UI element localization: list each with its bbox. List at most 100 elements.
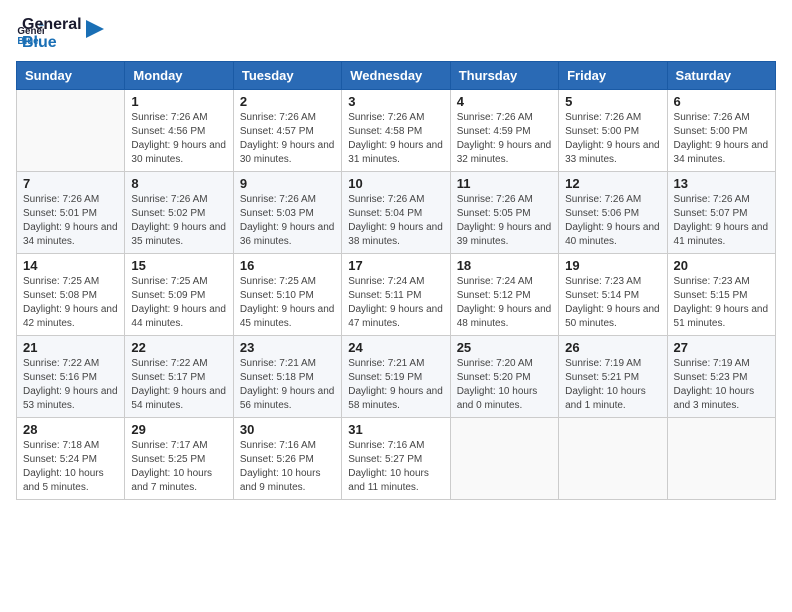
day-info: Sunrise: 7:26 AMSunset: 5:07 PMDaylight:… <box>674 193 769 249</box>
day-number: 22 <box>131 340 226 355</box>
day-number: 20 <box>674 258 769 273</box>
day-info: Sunrise: 7:26 AMSunset: 4:59 PMDaylight:… <box>457 111 552 167</box>
day-number: 23 <box>240 340 335 355</box>
calendar-day-cell: 27 Sunrise: 7:19 AMSunset: 5:23 PMDayligh… <box>667 336 775 418</box>
day-info: Sunrise: 7:21 AMSunset: 5:18 PMDaylight:… <box>240 357 335 413</box>
day-number: 25 <box>457 340 552 355</box>
calendar-day-cell <box>17 90 125 172</box>
day-info: Sunrise: 7:24 AMSunset: 5:11 PMDaylight:… <box>348 275 443 331</box>
day-number: 3 <box>348 94 443 109</box>
day-number: 1 <box>131 94 226 109</box>
calendar-day-cell: 9 Sunrise: 7:26 AMSunset: 5:03 PMDaylight… <box>233 172 341 254</box>
calendar-day-cell: 8 Sunrise: 7:26 AMSunset: 5:02 PMDaylight… <box>125 172 233 254</box>
weekday-header-cell: Friday <box>559 62 667 90</box>
day-number: 8 <box>131 176 226 191</box>
day-number: 26 <box>565 340 660 355</box>
day-info: Sunrise: 7:23 AMSunset: 5:14 PMDaylight:… <box>565 275 660 331</box>
day-number: 28 <box>23 422 118 437</box>
day-info: Sunrise: 7:22 AMSunset: 5:17 PMDaylight:… <box>131 357 226 413</box>
day-info: Sunrise: 7:26 AMSunset: 5:05 PMDaylight:… <box>457 193 552 249</box>
day-info: Sunrise: 7:25 AMSunset: 5:08 PMDaylight:… <box>23 275 118 331</box>
calendar-day-cell: 31Sunrise: 7:16 AMSunset: 5:27 PMDayligh… <box>342 418 450 500</box>
day-info: Sunrise: 7:16 AMSunset: 5:27 PMDaylight:… <box>348 439 443 495</box>
day-info: Sunrise: 7:26 AMSunset: 5:06 PMDaylight:… <box>565 193 660 249</box>
calendar-day-cell: 14 Sunrise: 7:25 AMSunset: 5:08 PMDayligh… <box>17 254 125 336</box>
weekday-header-cell: Tuesday <box>233 62 341 90</box>
day-info: Sunrise: 7:26 AMSunset: 5:04 PMDaylight:… <box>348 193 443 249</box>
day-info: Sunrise: 7:16 AMSunset: 5:26 PMDaylight:… <box>240 439 335 495</box>
day-number: 19 <box>565 258 660 273</box>
day-number: 15 <box>131 258 226 273</box>
day-info: Sunrise: 7:26 AMSunset: 5:02 PMDaylight:… <box>131 193 226 249</box>
weekday-header-cell: Thursday <box>450 62 558 90</box>
weekday-header-cell: Sunday <box>17 62 125 90</box>
day-info: Sunrise: 7:26 AMSunset: 5:01 PMDaylight:… <box>23 193 118 249</box>
calendar-day-cell: 3 Sunrise: 7:26 AMSunset: 4:58 PMDaylight… <box>342 90 450 172</box>
day-number: 7 <box>23 176 118 191</box>
calendar-day-cell: 7 Sunrise: 7:26 AMSunset: 5:01 PMDaylight… <box>17 172 125 254</box>
calendar-day-cell <box>450 418 558 500</box>
logo-arrow-icon <box>86 20 104 38</box>
day-info: Sunrise: 7:26 AMSunset: 4:58 PMDaylight:… <box>348 111 443 167</box>
day-info: Sunrise: 7:19 AMSunset: 5:23 PMDaylight:… <box>674 357 769 413</box>
calendar-day-cell: 22 Sunrise: 7:22 AMSunset: 5:17 PMDayligh… <box>125 336 233 418</box>
day-info: Sunrise: 7:26 AMSunset: 5:03 PMDaylight:… <box>240 193 335 249</box>
calendar-day-cell: 21Sunrise: 7:22 AMSunset: 5:16 PMDayligh… <box>17 336 125 418</box>
calendar-day-cell: 24 Sunrise: 7:21 AMSunset: 5:19 PMDayligh… <box>342 336 450 418</box>
day-number: 12 <box>565 176 660 191</box>
day-info: Sunrise: 7:17 AMSunset: 5:25 PMDaylight:… <box>131 439 226 495</box>
day-info: Sunrise: 7:26 AMSunset: 4:56 PMDaylight:… <box>131 111 226 167</box>
calendar-day-cell: 5Sunrise: 7:26 AMSunset: 5:00 PMDaylight… <box>559 90 667 172</box>
calendar-day-cell: 1 Sunrise: 7:26 AMSunset: 4:56 PMDaylight… <box>125 90 233 172</box>
day-number: 9 <box>240 176 335 191</box>
day-info: Sunrise: 7:26 AMSunset: 5:00 PMDaylight:… <box>565 111 660 167</box>
calendar-day-cell: 16Sunrise: 7:25 AMSunset: 5:10 PMDayligh… <box>233 254 341 336</box>
day-info: Sunrise: 7:20 AMSunset: 5:20 PMDaylight:… <box>457 357 552 413</box>
calendar-day-cell: 25 Sunrise: 7:20 AMSunset: 5:20 PMDayligh… <box>450 336 558 418</box>
day-number: 11 <box>457 176 552 191</box>
calendar-day-cell: 12 Sunrise: 7:26 AMSunset: 5:06 PMDayligh… <box>559 172 667 254</box>
weekday-header-cell: Monday <box>125 62 233 90</box>
day-number: 17 <box>348 258 443 273</box>
day-info: Sunrise: 7:25 AMSunset: 5:09 PMDaylight:… <box>131 275 226 331</box>
calendar-day-cell: 23 Sunrise: 7:21 AMSunset: 5:18 PMDayligh… <box>233 336 341 418</box>
weekday-header-cell: Wednesday <box>342 62 450 90</box>
day-info: Sunrise: 7:19 AMSunset: 5:21 PMDaylight:… <box>565 357 660 413</box>
day-number: 10 <box>348 176 443 191</box>
day-number: 24 <box>348 340 443 355</box>
calendar-week-row: 28 Sunrise: 7:18 AMSunset: 5:24 PMDayligh… <box>17 418 776 500</box>
day-number: 4 <box>457 94 552 109</box>
calendar-day-cell: 20Sunrise: 7:23 AMSunset: 5:15 PMDayligh… <box>667 254 775 336</box>
day-number: 16 <box>240 258 335 273</box>
day-info: Sunrise: 7:21 AMSunset: 5:19 PMDaylight:… <box>348 357 443 413</box>
day-info: Sunrise: 7:18 AMSunset: 5:24 PMDaylight:… <box>23 439 118 495</box>
day-info: Sunrise: 7:26 AMSunset: 5:00 PMDaylight:… <box>674 111 769 167</box>
logo: General Blue General Blue <box>16 16 104 51</box>
calendar-day-cell: 6Sunrise: 7:26 AMSunset: 5:00 PMDaylight… <box>667 90 775 172</box>
header: General Blue General Blue <box>16 16 776 51</box>
calendar-day-cell <box>667 418 775 500</box>
day-number: 13 <box>674 176 769 191</box>
day-number: 2 <box>240 94 335 109</box>
calendar-day-cell: 19 Sunrise: 7:23 AMSunset: 5:14 PMDayligh… <box>559 254 667 336</box>
logo-line2: Blue <box>22 34 82 52</box>
calendar-week-row: 14 Sunrise: 7:25 AMSunset: 5:08 PMDayligh… <box>17 254 776 336</box>
calendar-day-cell: 13 Sunrise: 7:26 AMSunset: 5:07 PMDayligh… <box>667 172 775 254</box>
calendar-day-cell: 28 Sunrise: 7:18 AMSunset: 5:24 PMDayligh… <box>17 418 125 500</box>
calendar-day-cell: 10 Sunrise: 7:26 AMSunset: 5:04 PMDayligh… <box>342 172 450 254</box>
calendar-day-cell: 17 Sunrise: 7:24 AMSunset: 5:11 PMDayligh… <box>342 254 450 336</box>
calendar-week-row: 21Sunrise: 7:22 AMSunset: 5:16 PMDayligh… <box>17 336 776 418</box>
calendar-body: 1 Sunrise: 7:26 AMSunset: 4:56 PMDaylight… <box>17 90 776 500</box>
day-number: 18 <box>457 258 552 273</box>
calendar-day-cell: 15 Sunrise: 7:25 AMSunset: 5:09 PMDayligh… <box>125 254 233 336</box>
calendar-day-cell: 26 Sunrise: 7:19 AMSunset: 5:21 PMDayligh… <box>559 336 667 418</box>
calendar-table: SundayMondayTuesdayWednesdayThursdayFrid… <box>16 61 776 500</box>
logo-line1: General <box>22 16 82 34</box>
day-info: Sunrise: 7:26 AMSunset: 4:57 PMDaylight:… <box>240 111 335 167</box>
day-number: 29 <box>131 422 226 437</box>
day-number: 14 <box>23 258 118 273</box>
day-number: 21 <box>23 340 118 355</box>
day-number: 27 <box>674 340 769 355</box>
calendar-day-cell: 11 Sunrise: 7:26 AMSunset: 5:05 PMDayligh… <box>450 172 558 254</box>
day-number: 30 <box>240 422 335 437</box>
